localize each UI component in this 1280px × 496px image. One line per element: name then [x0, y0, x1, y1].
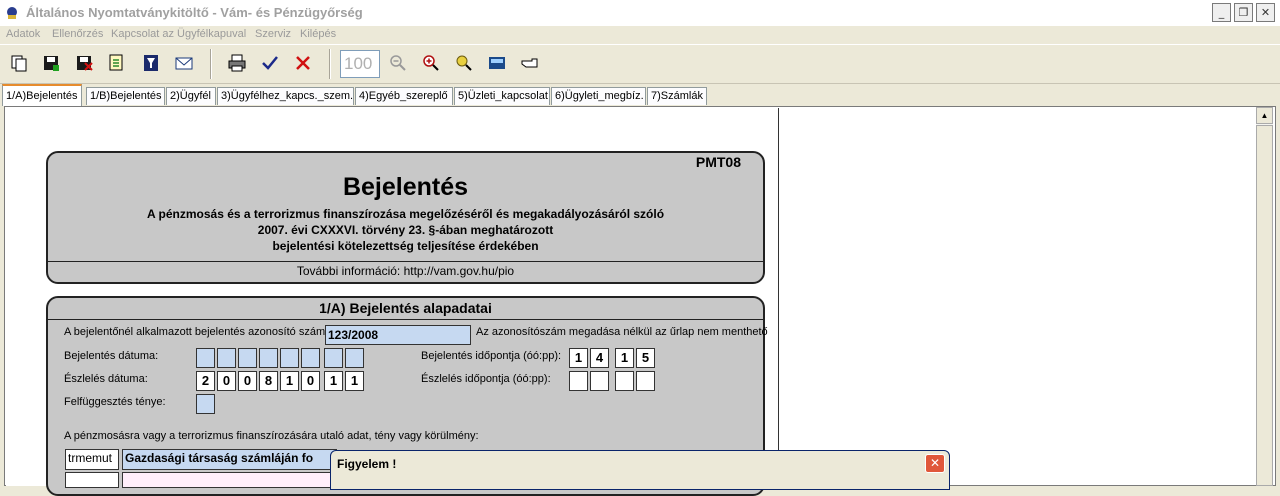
report-date-cell[interactable] [345, 348, 364, 368]
detect-time-cell[interactable] [590, 371, 609, 391]
indicator-label: A pénzmosásra vagy a terrorizmus finansz… [64, 430, 479, 442]
title-bar: Általános Nyomtatványkitöltő - Vám- és P… [0, 0, 1280, 27]
report-time-cell[interactable]: 1 [569, 348, 588, 368]
menu-kilepes[interactable]: Kilépés [300, 28, 336, 40]
minimize-button[interactable]: _ [1212, 3, 1231, 22]
menu-ellenorzes[interactable]: Ellenőrzés [52, 28, 103, 40]
scroll-thumb[interactable] [1256, 125, 1273, 486]
toolbar-separator [210, 49, 212, 79]
save-icon[interactable] [41, 53, 61, 73]
print-icon[interactable] [227, 53, 247, 73]
zoom-in-icon[interactable] [421, 53, 441, 73]
app-icon [7, 7, 17, 19]
delete-icon[interactable] [293, 53, 313, 73]
form-subtitle-3: bejelentési kötelezettség teljesítése ér… [272, 239, 539, 253]
form-title: Bejelentés [342, 173, 469, 201]
section-title: 1/A) Bejelentés alapadatai [48, 300, 763, 320]
window-title: Általános Nyomtatványkitöltő - Vám- és P… [26, 5, 363, 20]
id-note: Az azonosítószám megadása nélkül az űrla… [476, 326, 768, 338]
toolbar: 100 [0, 44, 1280, 84]
menu-adatok[interactable]: Adatok [6, 28, 40, 40]
detect-date-cell[interactable]: 0 [217, 371, 236, 391]
calculator-icon[interactable] [487, 53, 507, 73]
id-field[interactable]: 123/2008 [325, 325, 471, 345]
copy-icon[interactable] [9, 53, 29, 73]
detect-time-label: Észlelés időpontja (óó:pp): [421, 373, 551, 385]
report-time-cell[interactable]: 4 [590, 348, 609, 368]
suspend-checkbox[interactable] [196, 394, 215, 414]
tab-1b-bejelentes[interactable]: 1/B)Bejelentés [86, 87, 165, 105]
menu-szerviz[interactable]: Szerviz [255, 28, 291, 40]
filter-icon[interactable] [141, 53, 161, 73]
detect-date-cell[interactable]: 1 [345, 371, 364, 391]
detect-date-cell[interactable]: 0 [238, 371, 257, 391]
detect-date-cell[interactable]: 0 [301, 371, 320, 391]
detect-date-label: Észlelés dátuma: [64, 373, 148, 385]
tab-egyeb-szereplo[interactable]: 4)Egyéb_szereplő [355, 87, 453, 105]
tab-uzleti-kapcsolat[interactable]: 5)Üzleti_kapcsolat [454, 87, 550, 105]
detect-date-cell[interactable]: 2 [196, 371, 215, 391]
tab-szamlak[interactable]: 7)Számlák [647, 87, 707, 105]
report-date-cell[interactable] [238, 348, 257, 368]
mail-icon[interactable] [174, 53, 194, 73]
form-header-panel: PMT08 Bejelentés A pénzmosás és a terror… [46, 151, 765, 284]
form-subtitle-2: 2007. évi CXXXVI. törvény 23. §-ában meg… [257, 223, 554, 237]
tab-1a-bejelentes[interactable]: 1/A)Bejelentés [2, 84, 82, 106]
save-close-icon[interactable] [74, 53, 94, 73]
zoom-out-icon[interactable] [388, 53, 408, 73]
tab-strip: 1/A)Bejelentés 1/B)Bejelentés 2)Ügyfél 3… [0, 84, 1280, 106]
import-icon[interactable] [107, 53, 127, 73]
report-time-cell[interactable]: 1 [615, 348, 634, 368]
indicator-description-field[interactable]: Gazdasági társaság számláján fo [122, 449, 337, 470]
scroll-up-icon[interactable]: ▲ [1256, 107, 1273, 124]
zoom-fit-icon[interactable] [454, 53, 474, 73]
suspend-label: Felfüggesztés ténye: [64, 396, 166, 408]
detect-time-cell[interactable] [615, 371, 634, 391]
id-label: A bejelentőnél alkalmazott bejelentés az… [64, 326, 329, 338]
report-date-cell[interactable] [259, 348, 278, 368]
report-time-label: Bejelentés időpontja (óó:pp): [421, 350, 562, 362]
tab-ugyfelhez-kapcs[interactable]: 3)Ügyfélhez_kapcs._szem. [217, 87, 354, 105]
warning-dialog: Figyelem ! ✕ [330, 450, 950, 490]
report-time-cell[interactable]: 5 [636, 348, 655, 368]
tab-ugyleti-megbiz[interactable]: 6)Ügyleti_megbíz. [551, 87, 646, 105]
detect-time-cell[interactable] [569, 371, 588, 391]
pointer-hand-icon[interactable] [520, 53, 540, 73]
form-subtitle-1: A pénzmosás és a terrorizmus finanszíroz… [146, 207, 665, 221]
zoom-input[interactable]: 100 [340, 50, 380, 78]
report-date-cell[interactable] [324, 348, 343, 368]
toolbar-separator [329, 49, 331, 79]
report-date-cell[interactable] [217, 348, 236, 368]
dialog-close-button[interactable]: ✕ [925, 454, 945, 473]
menu-ugyfelkapu[interactable]: Kapcsolat az Ügyfélkapuval [111, 28, 246, 40]
report-date-cell[interactable] [196, 348, 215, 368]
restore-button[interactable]: ❐ [1234, 3, 1253, 22]
detect-date-cell[interactable]: 1 [324, 371, 343, 391]
detect-date-cell[interactable]: 8 [259, 371, 278, 391]
report-date-cell[interactable] [280, 348, 299, 368]
tab-ugyfel[interactable]: 2)Ügyfél [166, 87, 216, 105]
dialog-title: Figyelem ! [337, 457, 397, 471]
report-date-cell[interactable] [301, 348, 320, 368]
vertical-scrollbar[interactable]: ▲ [1256, 107, 1273, 486]
menu-bar: Adatok Ellenőrzés Kapcsolat az Ügyfélkap… [0, 26, 1280, 44]
info-link: További információ: http://vam.gov.hu/pi… [48, 261, 763, 278]
check-icon[interactable] [260, 53, 280, 73]
detect-date-cell[interactable]: 1 [280, 371, 299, 391]
close-button[interactable]: ✕ [1256, 3, 1275, 22]
report-date-label: Bejelentés dátuma: [64, 350, 159, 362]
detect-time-cell[interactable] [636, 371, 655, 391]
indicator-code-field[interactable]: trmemut [65, 449, 119, 470]
form-code: PMT08 [695, 154, 741, 170]
